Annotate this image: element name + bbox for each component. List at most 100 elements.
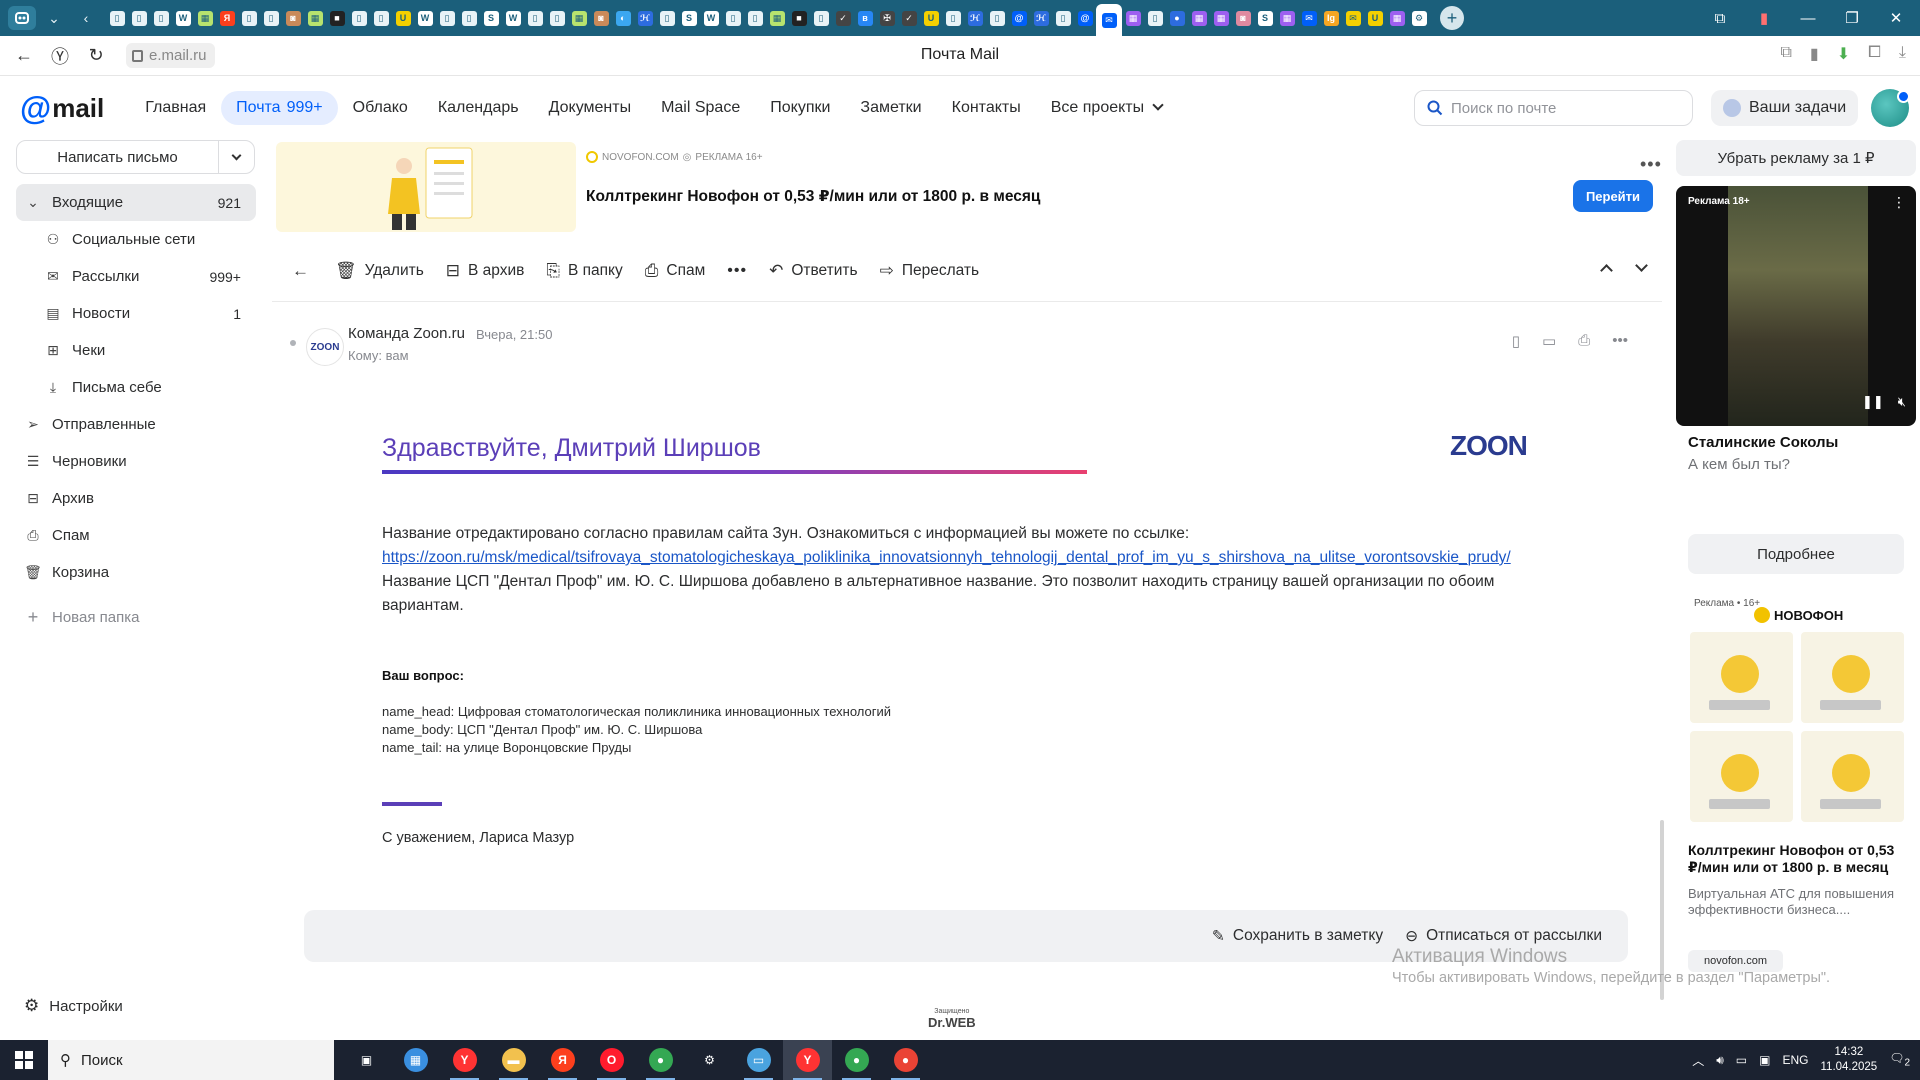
back-button[interactable]: ← <box>292 261 309 281</box>
browser-tab[interactable]: ◙ <box>282 4 304 32</box>
back-arrow-icon[interactable]: ← <box>6 45 42 66</box>
notification-center-icon[interactable]: 🗨︎2 <box>1889 1051 1910 1068</box>
browser-tab[interactable]: ◙ <box>1232 4 1254 32</box>
close-button[interactable]: ✕ <box>1874 9 1918 27</box>
taskbar-app[interactable]: Y <box>783 1040 832 1080</box>
browser-tab[interactable]: @ <box>1074 4 1096 32</box>
browser-tab[interactable]: W <box>414 4 436 32</box>
ad-banner[interactable]: NOVOFON.COM ◎ РЕКЛАМА 16+ Коллтрекинг Но… <box>272 140 1662 232</box>
browser-tab[interactable]: ▦ <box>1386 4 1408 32</box>
browser-tab[interactable]: ▦ <box>304 4 326 32</box>
pause-icon[interactable]: ❚❚ <box>1862 394 1884 410</box>
browser-tab[interactable]: в <box>854 4 876 32</box>
browser-tab[interactable]: ■ <box>788 4 810 32</box>
taskbar-app[interactable]: ● <box>881 1040 930 1080</box>
taskbar-app[interactable]: ▬ <box>489 1040 538 1080</box>
tasks-button[interactable]: Ваши задачи <box>1711 90 1858 126</box>
search-input[interactable] <box>1451 99 1671 117</box>
nav-notes[interactable]: Заметки <box>845 91 936 125</box>
read-status-dot[interactable] <box>290 340 296 346</box>
browser-tab[interactable]: ▦ <box>1210 4 1232 32</box>
unsubscribe-button[interactable]: ⊖ Отписаться от рассылки <box>1405 927 1602 946</box>
browser-tab[interactable]: ▦ <box>1276 4 1298 32</box>
browser-tab[interactable]: S <box>480 4 502 32</box>
browser-tab[interactable]: ▯ <box>744 4 766 32</box>
browser-tab[interactable]: ▯ <box>238 4 260 32</box>
sender-avatar[interactable]: ZOON <box>306 328 344 366</box>
browser-tab[interactable]: ● <box>1166 4 1188 32</box>
browser-tab[interactable]: ▦ <box>194 4 216 32</box>
language-indicator[interactable]: ENG <box>1782 1053 1808 1067</box>
spam-button[interactable]: ⎙ Спам <box>645 261 705 281</box>
browser-tab[interactable]: @ <box>1008 4 1030 32</box>
reload-icon[interactable]: ↻ <box>78 45 114 66</box>
reply-button[interactable]: ↶ Ответить <box>769 261 858 281</box>
taskbar-app[interactable]: Я <box>538 1040 587 1080</box>
browser-tab[interactable]: ▯ <box>524 4 546 32</box>
browser-tab[interactable]: ℋ <box>964 4 986 32</box>
move-to-folder-button[interactable]: ⎘ В папку <box>546 261 622 281</box>
browser-tab[interactable]: ✉ <box>1342 4 1364 32</box>
browser-tab[interactable]: ✓ <box>832 4 854 32</box>
sender-name[interactable]: Команда Zoon.ru <box>348 325 465 342</box>
mail-search[interactable] <box>1414 90 1693 126</box>
tray-expand-icon[interactable]: ︿ <box>1692 1052 1704 1069</box>
browser-tab[interactable]: ▯ <box>128 4 150 32</box>
browser-tab[interactable]: ▯ <box>722 4 744 32</box>
new-tab-button[interactable]: + <box>1440 6 1464 30</box>
taskbar-app[interactable]: ● <box>636 1040 685 1080</box>
taskbar-app[interactable]: ● <box>832 1040 881 1080</box>
url-field[interactable]: e.mail.ru <box>126 43 215 68</box>
minimize-button[interactable]: — <box>1786 10 1830 27</box>
folder-item[interactable]: ▤ Новости 1 <box>16 295 256 332</box>
browser-tab[interactable]: ✓ <box>898 4 920 32</box>
user-avatar[interactable] <box>1871 89 1910 127</box>
browser-tab[interactable]: ℋ <box>1030 4 1052 32</box>
folder-item[interactable]: ⚇ Социальные сети <box>16 221 256 258</box>
browser-tab[interactable]: Ig <box>1320 4 1342 32</box>
browser-tab[interactable]: W <box>502 4 524 32</box>
extensions-icon[interactable]: ⧠ <box>1868 44 1881 64</box>
tab-manager-icon[interactable]: ⧉ <box>1698 10 1742 27</box>
browser-tab[interactable]: ▯ <box>260 4 282 32</box>
folder-item[interactable]: ✉ Рассылки 999+ <box>16 258 256 295</box>
browser-tab[interactable]: ▯ <box>458 4 480 32</box>
network-icon[interactable]: ▣ <box>1759 1053 1770 1067</box>
nav-calendar[interactable]: Календарь <box>423 91 534 125</box>
browser-tab[interactable]: U <box>920 4 942 32</box>
nav-shopping[interactable]: Покупки <box>755 91 845 125</box>
folder-item[interactable]: ⌄ Входящие 921 <box>16 184 256 221</box>
folder-item[interactable]: ⊞ Чеки <box>16 332 256 369</box>
browser-tab[interactable]: ⚙ <box>1408 4 1430 32</box>
browser-tab[interactable]: ■ <box>326 4 348 32</box>
tab-list-dropdown-button[interactable]: ⌄ <box>40 6 68 30</box>
browser-tab[interactable]: ◙ <box>590 4 612 32</box>
downloads-icon[interactable]: ⤓ <box>1899 44 1906 64</box>
folder-item[interactable]: ☰ Черновики <box>16 443 256 480</box>
browser-tab[interactable]: ▦ <box>766 4 788 32</box>
browser-tab[interactable]: ✉ <box>1096 4 1122 36</box>
browser-tab[interactable]: ▯ <box>942 4 964 32</box>
new-folder-button[interactable]: + Новая папка <box>16 599 256 636</box>
browser-tab[interactable]: ▯ <box>546 4 568 32</box>
more-icon[interactable]: ••• <box>1612 332 1628 350</box>
next-message-icon[interactable] <box>1635 259 1648 272</box>
battery-icon[interactable]: ▭ <box>1736 1053 1747 1067</box>
browser-tab[interactable]: ✉ <box>1298 4 1320 32</box>
ad-go-button[interactable]: Перейти <box>1573 180 1653 212</box>
taskbar-app[interactable]: ▣ <box>342 1040 391 1080</box>
mute-icon[interactable]: 🔇︎ <box>1898 394 1906 410</box>
folder-item[interactable]: ⊟ Архив <box>16 480 256 517</box>
delete-button[interactable]: 🗑︎ Удалить <box>335 261 424 281</box>
bookmark-icon[interactable]: ▮ <box>1810 44 1819 64</box>
folder-item[interactable]: ⎙ Спам <box>16 517 256 554</box>
nav-mail[interactable]: Почта 999+ <box>221 91 338 125</box>
browser-tab[interactable]: S <box>1254 4 1276 32</box>
archive-button[interactable]: ⊟ В архив <box>446 261 525 281</box>
folder-item[interactable]: ➢ Отправленные <box>16 406 256 443</box>
video-ad-more-button[interactable]: Подробнее <box>1688 534 1904 574</box>
ad-more-icon[interactable]: ••• <box>1640 154 1662 175</box>
taskbar-app[interactable]: ▭ <box>734 1040 783 1080</box>
start-button[interactable] <box>0 1040 48 1080</box>
volume-icon[interactable]: 🔊︎ <box>1716 1053 1724 1068</box>
